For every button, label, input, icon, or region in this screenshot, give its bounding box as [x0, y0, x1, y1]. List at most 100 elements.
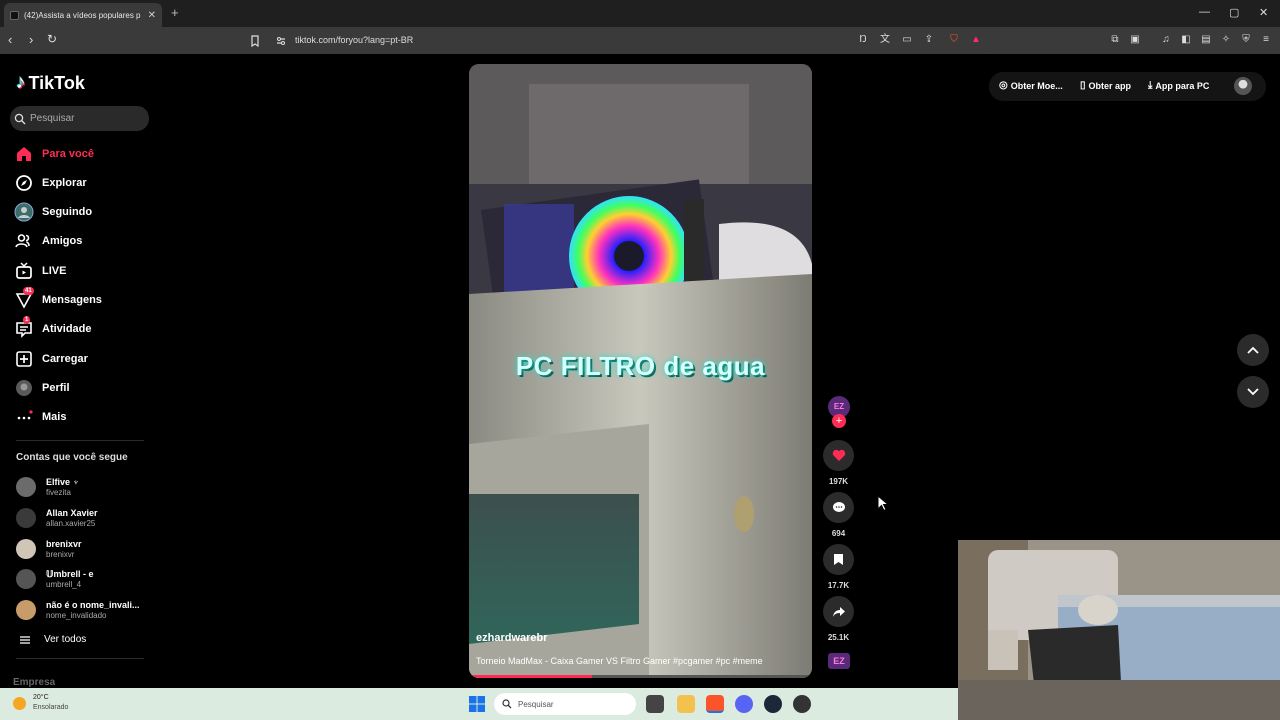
share-button[interactable]	[823, 596, 854, 627]
search-placeholder: Pesquisar	[30, 113, 75, 124]
nav-label: Perfil	[42, 382, 70, 394]
nav-label: Mensagens	[42, 294, 102, 306]
user-avatar[interactable]	[1234, 77, 1252, 95]
share-icon[interactable]: ⇪	[923, 34, 935, 46]
nav-label: Para você	[42, 148, 94, 160]
share-arrow-icon	[832, 606, 845, 617]
profile-avatar-icon	[14, 378, 34, 398]
no-image-icon[interactable]: Ŋ	[857, 34, 869, 46]
nav-friends[interactable]: Amigos	[14, 230, 154, 252]
video-author[interactable]: ezhardwarebr	[476, 632, 548, 644]
following-account[interactable]: Elfive ♆ fivezita	[16, 474, 156, 500]
file-explorer-icon[interactable]	[677, 695, 695, 713]
pc-app-label: App para PC	[1155, 80, 1210, 91]
reload-icon[interactable]: ↻	[47, 32, 57, 46]
comment-button[interactable]	[823, 492, 854, 523]
nav-activity[interactable]: 1 Atividade	[14, 316, 154, 340]
translate-icon[interactable]: 文	[879, 34, 891, 46]
following-account[interactable]: 𝕌mbrell - e umbrell_4	[16, 566, 156, 592]
leo-ai-icon[interactable]: ✧	[1220, 34, 1232, 46]
forward-icon[interactable]: ›	[29, 32, 33, 47]
new-tab-button[interactable]: +	[171, 5, 179, 20]
screenshot-icon[interactable]: ▣	[1129, 34, 1141, 46]
upload-icon	[14, 349, 34, 369]
see-all-button[interactable]: Ver todos	[20, 634, 86, 645]
sound-disc-icon[interactable]: EZ	[828, 653, 850, 669]
webcam-image	[958, 540, 1280, 720]
sidebar-toggle-icon[interactable]: ◧	[1180, 34, 1192, 46]
browser-toolbar: ‹ › ↻ tiktok.com/foryou?lang=pt-BR Ŋ 文 ▭…	[0, 27, 1280, 54]
nav-label: Carregar	[42, 353, 88, 365]
weather-temp[interactable]: 20°C	[33, 694, 49, 701]
nav-live[interactable]: LIVE	[14, 260, 154, 282]
nav-following[interactable]: Seguindo	[14, 201, 154, 223]
steam-icon[interactable]	[764, 695, 782, 713]
account-name: não é o nome_invali...	[46, 599, 140, 610]
following-account[interactable]: não é o nome_invali... nome_invalidado	[16, 597, 156, 623]
windows-taskbar: 20°C Ensolarado Pesquisar	[0, 688, 958, 720]
weather-desc[interactable]: Ensolarado	[33, 704, 68, 711]
minimize-button[interactable]: —	[1199, 6, 1210, 18]
brave-browser-icon[interactable]	[706, 695, 724, 713]
sun-icon[interactable]	[13, 697, 26, 710]
menu-icon[interactable]: ≡	[1260, 34, 1272, 46]
brave-rewards-icon[interactable]: ▲	[970, 34, 982, 46]
tab-close-icon[interactable]: ✕	[148, 10, 156, 21]
get-coins-button[interactable]: ◎ Obter Moe...	[999, 80, 1063, 91]
nav-profile[interactable]: Perfil	[14, 377, 154, 399]
activity-icon: 1	[14, 316, 34, 339]
taskbar-search[interactable]: Pesquisar	[494, 693, 636, 715]
task-view-icon[interactable]	[646, 695, 664, 713]
taskbar-search-placeholder: Pesquisar	[518, 699, 554, 709]
bookmark-icon[interactable]	[250, 35, 260, 47]
following-account[interactable]: Allan Xavier allan.xavier25	[16, 505, 156, 531]
heart-icon	[832, 449, 845, 461]
site-settings-icon[interactable]	[276, 36, 286, 46]
account-handle: nome_invalidado	[46, 610, 107, 620]
following-account[interactable]: brenixvr brenixvr	[16, 536, 156, 562]
save-count: 17.7K	[827, 581, 850, 590]
save-button[interactable]	[823, 544, 854, 575]
search-input[interactable]: Pesquisar	[10, 106, 149, 131]
video-description[interactable]: Torneio MadMax - Caixa Gamer VS Filtro G…	[476, 656, 763, 666]
windows-start-icon[interactable]	[469, 696, 485, 712]
video-progress-fill	[469, 675, 593, 678]
video-player[interactable]: PC FILTRO de agua ezhardwarebr Torneio M…	[469, 64, 812, 678]
nav-for-you[interactable]: Para você	[14, 143, 154, 165]
back-icon[interactable]: ‹	[8, 32, 12, 47]
search-icon	[14, 113, 26, 124]
live-icon	[14, 261, 34, 281]
extensions-icon[interactable]: ⧉	[1109, 34, 1121, 46]
nav-upload[interactable]: Carregar	[14, 348, 154, 370]
previous-video-button[interactable]	[1237, 334, 1269, 366]
browser-tab[interactable]: (42)Assista a vídeos populares p ✕	[4, 3, 162, 27]
pc-app-button[interactable]: ⤓ App para PC	[1148, 80, 1209, 91]
next-video-button[interactable]	[1237, 376, 1269, 408]
nav-more[interactable]: Mais	[14, 406, 154, 428]
follow-plus-icon[interactable]: +	[832, 414, 846, 428]
mouse-cursor-icon	[877, 495, 889, 512]
vpn-icon[interactable]: ⛨	[1240, 34, 1252, 46]
obs-icon[interactable]	[793, 695, 811, 713]
media-icon[interactable]: ♫	[1160, 34, 1172, 46]
nav-label: Explorar	[42, 177, 87, 189]
list-icon	[20, 635, 30, 644]
get-app-label: Obter app	[1088, 80, 1132, 91]
close-window-button[interactable]: ✕	[1259, 6, 1268, 19]
footer-company-link[interactable]: Empresa	[13, 677, 55, 688]
address-bar[interactable]: tiktok.com/foryou?lang=pt-BR Ŋ 文 ▭ ⇪ ⛉ ▲	[245, 30, 991, 51]
like-button[interactable]	[823, 440, 854, 471]
video-progress-bar[interactable]	[469, 675, 812, 678]
get-app-button[interactable]: ▯ Obter app	[1080, 80, 1131, 91]
nav-explore[interactable]: Explorar	[14, 172, 154, 194]
nav-messages[interactable]: 41 Mensagens	[14, 287, 154, 311]
see-all-label: Ver todos	[44, 634, 87, 645]
discord-icon[interactable]	[735, 695, 753, 713]
brave-shield-icon[interactable]: ⛉	[948, 34, 960, 46]
avatar	[16, 600, 36, 620]
account-handle: brenixvr	[46, 549, 75, 559]
cast-icon[interactable]: ▭	[901, 34, 913, 46]
wallet-icon[interactable]: ▤	[1200, 34, 1212, 46]
tiktok-logo[interactable]: ♪ TikTok	[16, 72, 85, 94]
maximize-button[interactable]: ▢	[1229, 6, 1239, 19]
